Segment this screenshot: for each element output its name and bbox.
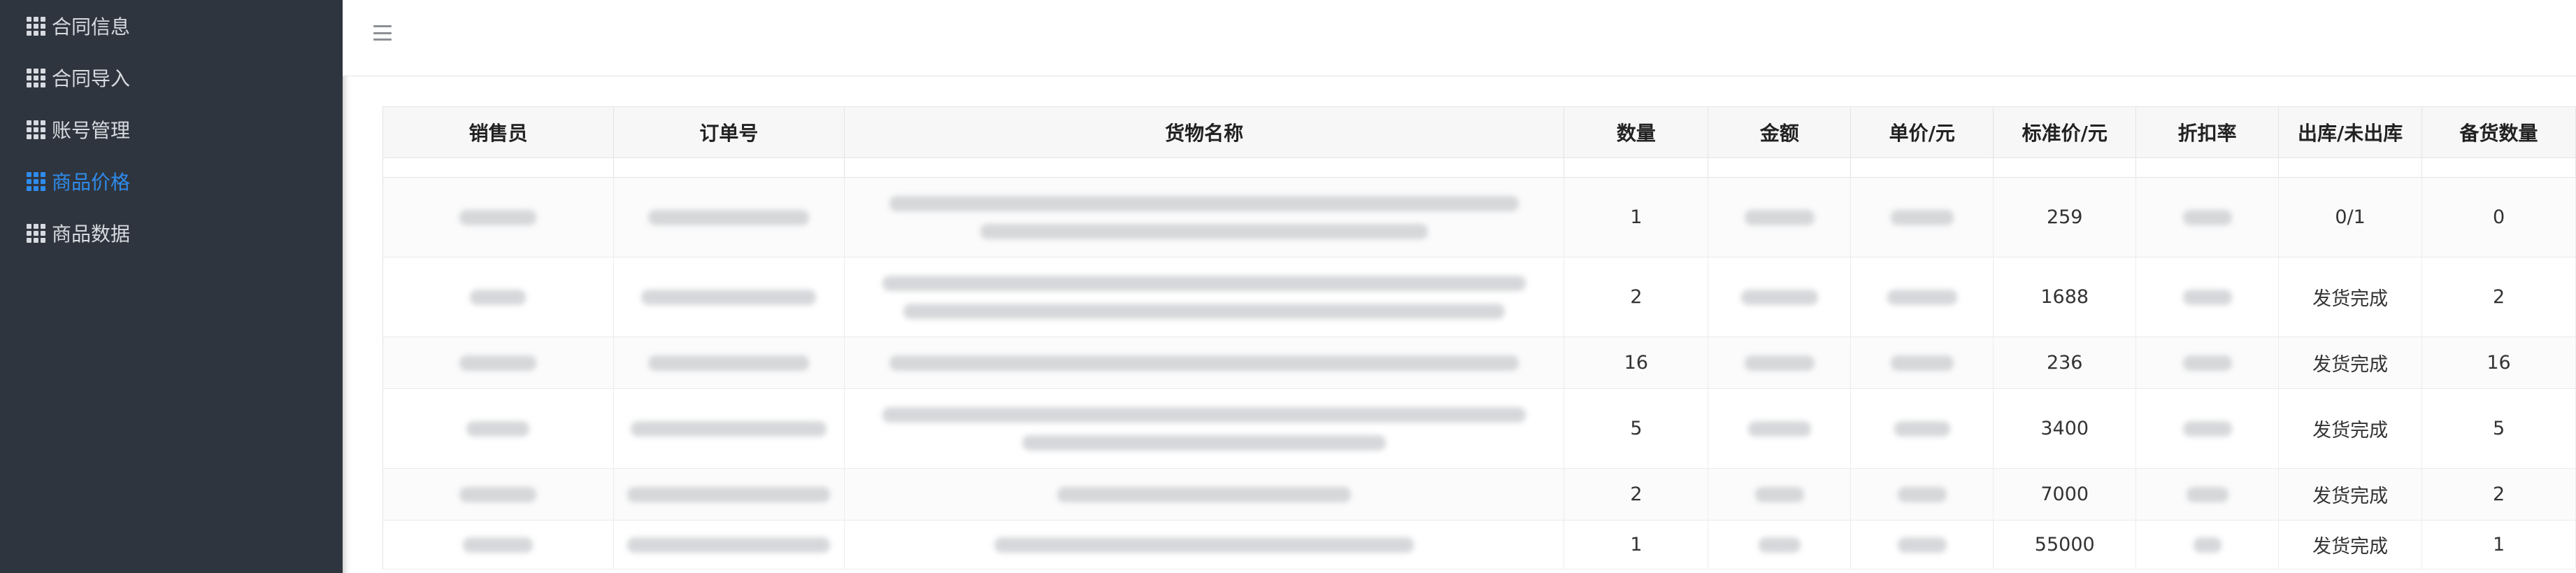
cell-stock-quantity: 0	[2422, 178, 2576, 257]
sidebar-item-label: 商品价格	[52, 171, 131, 194]
table-filter-row	[382, 158, 2576, 178]
column-header-unit-price[interactable]: 单价/元	[1851, 107, 1994, 157]
cell-unit-price	[1851, 469, 1994, 520]
cell-product-name	[845, 178, 1565, 257]
cell-discount-rate	[2136, 257, 2280, 337]
cell-discount-rate	[2136, 178, 2280, 257]
cell-discount-rate	[2136, 389, 2280, 468]
cell-amount	[1708, 337, 1852, 388]
cell-salesperson	[383, 337, 614, 388]
column-header-quantity[interactable]: 数量	[1564, 107, 1709, 157]
sidebar-item-label: 商品数据	[52, 222, 131, 246]
cell-amount	[1708, 521, 1852, 569]
cell-shipped-status: 0/1	[2279, 178, 2423, 257]
cell-discount-rate	[2136, 521, 2280, 569]
cell-stock-quantity: 2	[2422, 469, 2576, 520]
table-row[interactable]: 2 7000 发货完成 2	[382, 469, 2576, 521]
grid-icon	[27, 16, 45, 36]
cell-shipped-status: 发货完成	[2279, 469, 2423, 520]
cell-unit-price	[1851, 178, 1994, 257]
cell-product-name	[845, 521, 1565, 569]
cell-standard-price: 3400	[1994, 389, 2137, 468]
column-header-stock-quantity[interactable]: 备货数量	[2422, 107, 2576, 157]
cell-quantity: 2	[1564, 257, 1709, 337]
cell-standard-price: 259	[1994, 178, 2137, 257]
sidebar-item-contract-info[interactable]: 合同信息	[0, 0, 343, 52]
table-body: 1 259 0/1 0 2 1688 发货完成 2 16 236 发货完成 16	[382, 178, 2576, 570]
cell-stock-quantity: 16	[2422, 337, 2576, 388]
table-row[interactable]: 1 55000 发货完成 1	[382, 521, 2576, 570]
column-header-standard-price[interactable]: 标准价/元	[1994, 107, 2137, 157]
column-header-discount-rate[interactable]: 折扣率	[2136, 107, 2280, 157]
sidebar-item-contract-import[interactable]: 合同导入	[0, 52, 343, 104]
table-header: 销售员 订单号 货物名称 数量 金额 单价/元 标准价/元 折扣率 出库/未出库…	[382, 106, 2576, 158]
table-row[interactable]: 5 3400 发货完成 5	[382, 389, 2576, 469]
cell-shipped-status: 发货完成	[2279, 389, 2423, 468]
cell-salesperson	[383, 389, 614, 468]
table-row[interactable]: 2 1688 发货完成 2	[382, 257, 2576, 337]
cell-salesperson	[383, 257, 614, 337]
grid-icon	[27, 120, 45, 139]
column-header-order-number[interactable]: 订单号	[614, 107, 845, 157]
sidebar-item-label: 合同导入	[52, 67, 131, 90]
cell-quantity: 1	[1564, 521, 1709, 569]
cell-quantity: 5	[1564, 389, 1709, 468]
cell-amount	[1708, 178, 1852, 257]
cell-stock-quantity: 1	[2422, 521, 2576, 569]
sidebar-item-label: 合同信息	[52, 15, 131, 38]
cell-order-number	[614, 178, 845, 257]
table-row[interactable]: 16 236 发货完成 16	[382, 337, 2576, 389]
sidebar-item-account-management[interactable]: 账号管理	[0, 104, 343, 155]
cell-unit-price	[1851, 257, 1994, 337]
cell-order-number	[614, 257, 845, 337]
top-header	[343, 0, 2576, 76]
cell-shipped-status: 发货完成	[2279, 257, 2423, 337]
cell-order-number	[614, 521, 845, 569]
cell-salesperson	[383, 521, 614, 569]
grid-icon	[27, 171, 45, 191]
cell-unit-price	[1851, 389, 1994, 468]
column-header-salesperson[interactable]: 销售员	[383, 107, 614, 157]
cell-shipped-status: 发货完成	[2279, 337, 2423, 388]
cell-quantity: 1	[1564, 178, 1709, 257]
cell-discount-rate	[2136, 337, 2280, 388]
cell-standard-price: 55000	[1994, 521, 2137, 569]
cell-shipped-status: 发货完成	[2279, 521, 2423, 569]
cell-product-name	[845, 469, 1565, 520]
cell-stock-quantity: 5	[2422, 389, 2576, 468]
cell-order-number	[614, 469, 845, 520]
cell-product-name	[845, 337, 1565, 388]
column-header-product-name[interactable]: 货物名称	[845, 107, 1565, 157]
sidebar: 合同信息 合同导入 账号管理 商品价格 商品数据	[0, 0, 343, 573]
sidebar-item-product-data[interactable]: 商品数据	[0, 207, 343, 259]
cell-quantity: 2	[1564, 469, 1709, 520]
column-header-shipped-status[interactable]: 出库/未出库	[2279, 107, 2423, 157]
cell-stock-quantity: 2	[2422, 257, 2576, 337]
cell-amount	[1708, 257, 1852, 337]
sidebar-item-label: 账号管理	[52, 119, 131, 142]
cell-product-name	[845, 389, 1565, 468]
hamburger-menu-icon[interactable]	[373, 25, 392, 41]
cell-unit-price	[1851, 521, 1994, 569]
cell-unit-price	[1851, 337, 1994, 388]
cell-salesperson	[383, 178, 614, 257]
cell-discount-rate	[2136, 469, 2280, 520]
cell-product-name	[845, 257, 1565, 337]
cell-salesperson	[383, 469, 614, 520]
cell-standard-price: 236	[1994, 337, 2137, 388]
cell-standard-price: 7000	[1994, 469, 2137, 520]
grid-icon	[27, 223, 45, 243]
cell-quantity: 16	[1564, 337, 1709, 388]
column-header-amount[interactable]: 金额	[1708, 107, 1852, 157]
sidebar-nav: 合同信息 合同导入 账号管理 商品价格 商品数据	[0, 0, 343, 259]
cell-amount	[1708, 469, 1852, 520]
grid-icon	[27, 68, 45, 87]
sidebar-item-product-price[interactable]: 商品价格	[0, 155, 343, 207]
cell-order-number	[614, 337, 845, 388]
cell-amount	[1708, 389, 1852, 468]
table-row[interactable]: 1 259 0/1 0	[382, 178, 2576, 257]
cell-order-number	[614, 389, 845, 468]
cell-standard-price: 1688	[1994, 257, 2137, 337]
